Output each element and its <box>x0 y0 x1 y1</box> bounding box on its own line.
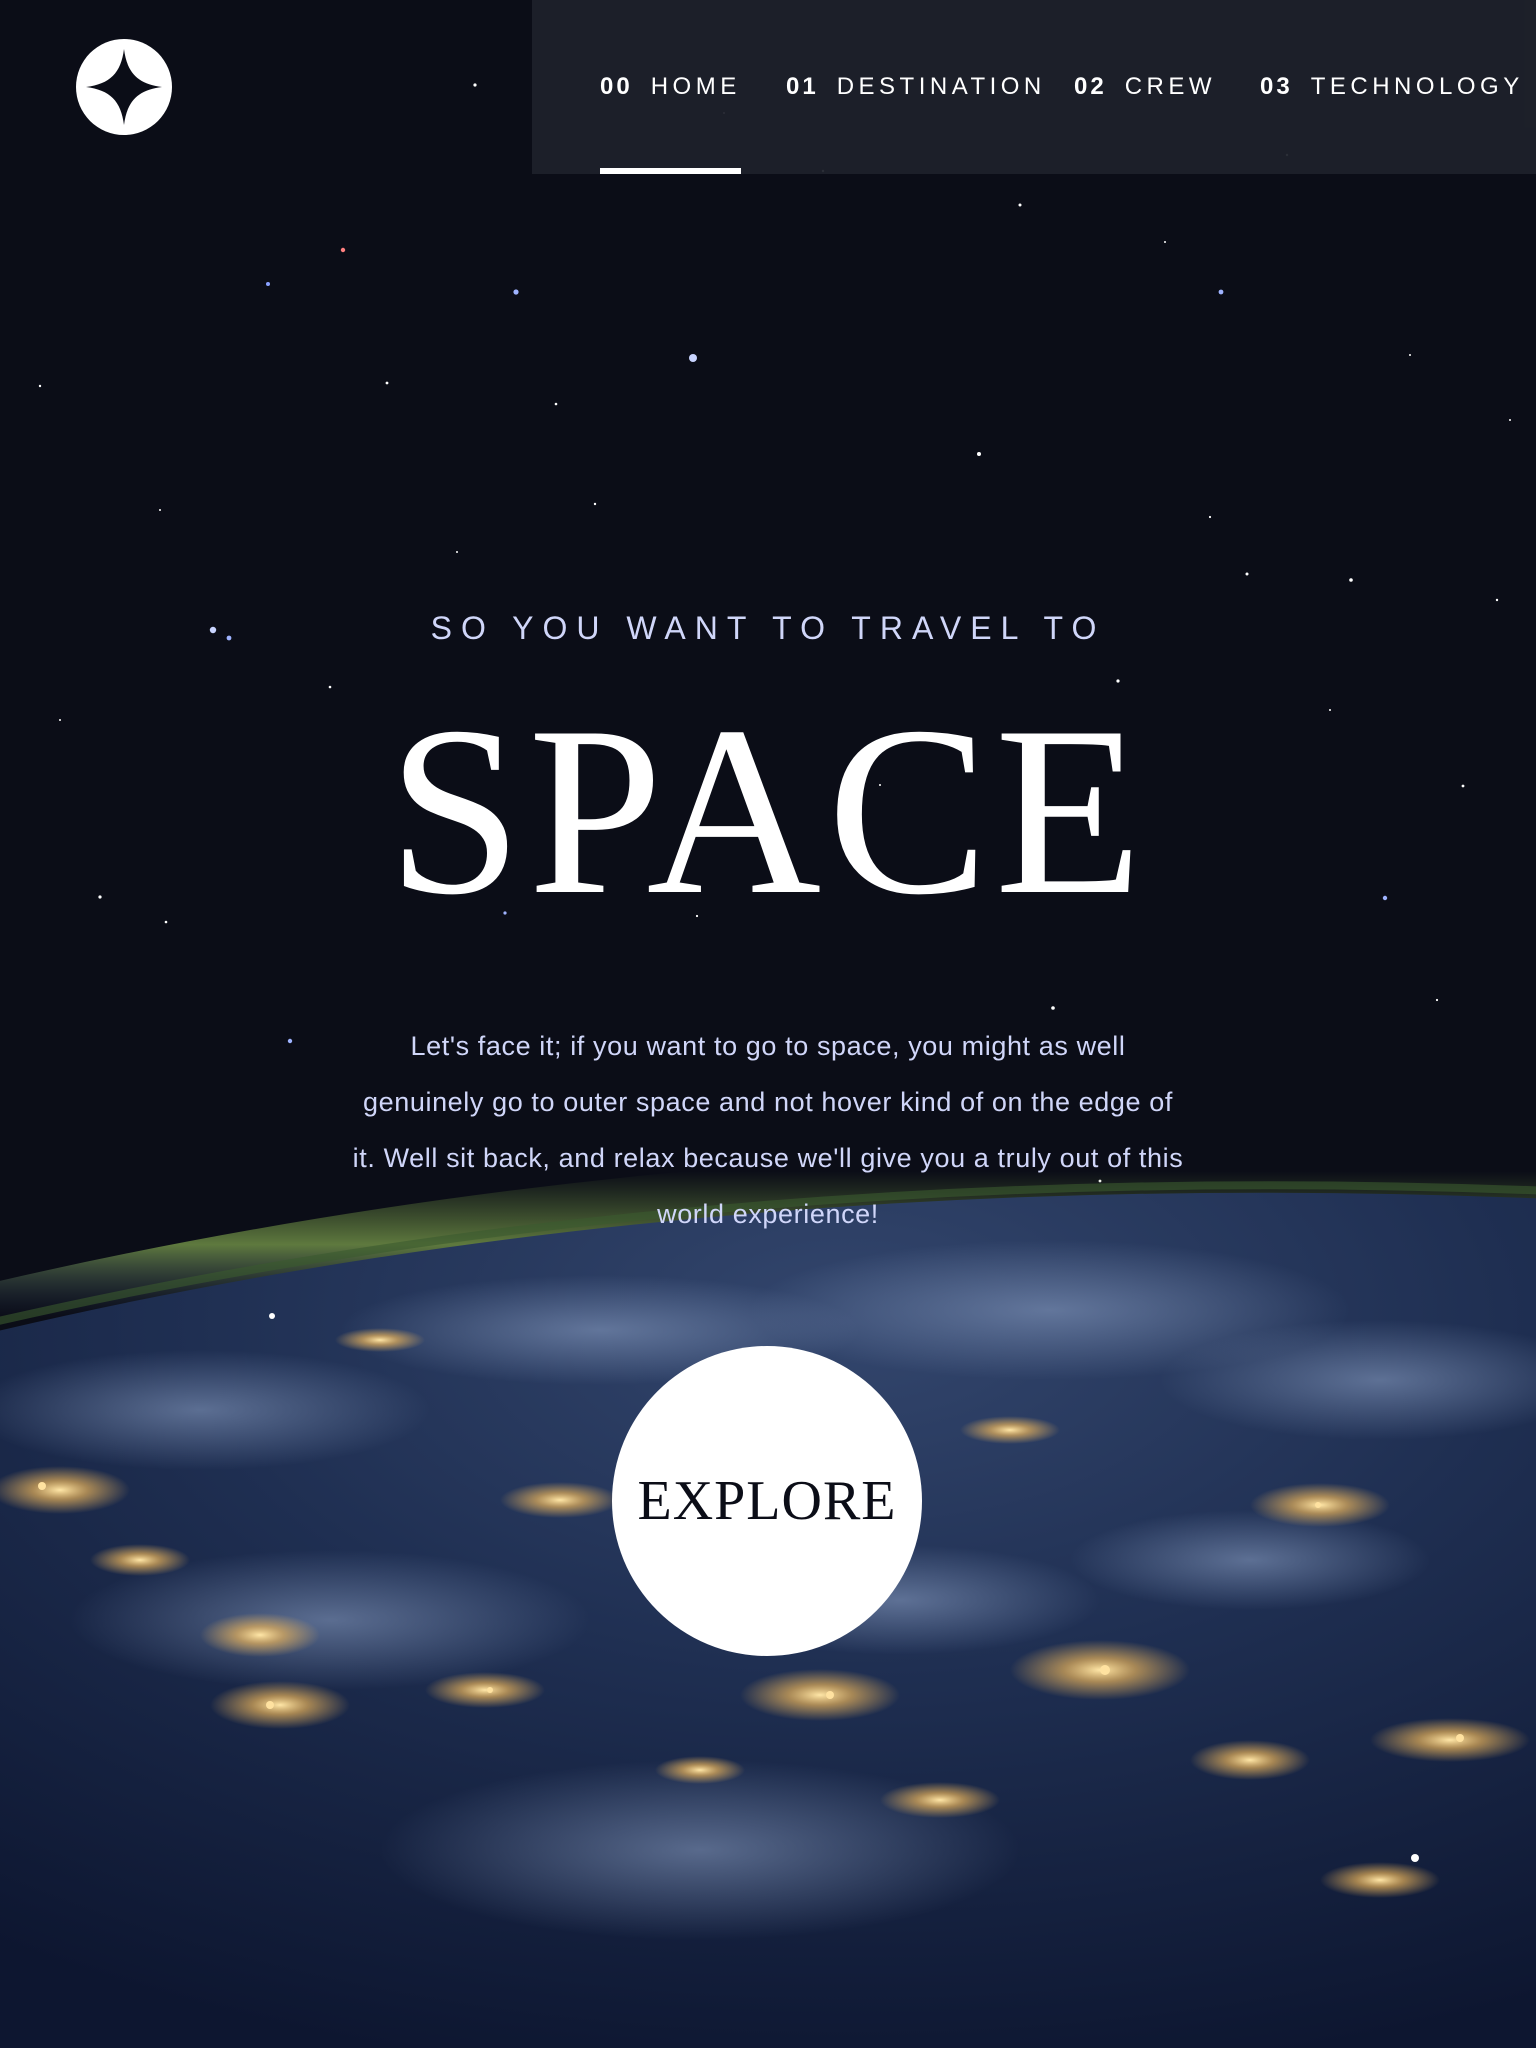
explore-button[interactable]: EXPLORE <box>612 1346 922 1656</box>
nav-item-crew[interactable]: 02 CREW <box>1074 0 1216 174</box>
home-page: 00 HOME 01 DESTINATION 02 CREW 03 TECHNO… <box>0 0 1536 2048</box>
primary-navigation: 00 HOME 01 DESTINATION 02 CREW 03 TECHNO… <box>532 0 1536 174</box>
nav-item-number: 01 <box>786 73 819 100</box>
four-point-star-icon <box>86 49 162 125</box>
nav-item-label: CREW <box>1124 73 1217 100</box>
logo-home-link[interactable] <box>76 39 172 135</box>
nav-item-destination[interactable]: 01 DESTINATION <box>786 0 1046 174</box>
hero-section: SO YOU WANT TO TRAVEL TO SPACE Let's fac… <box>0 0 1536 2048</box>
nav-item-number: 00 <box>600 73 633 100</box>
nav-item-technology[interactable]: 03 TECHNOLOGY <box>1260 0 1524 174</box>
nav-item-label: HOME <box>650 73 741 100</box>
nav-item-home[interactable]: 00 HOME <box>600 0 741 174</box>
nav-item-label: DESTINATION <box>836 73 1046 100</box>
hero-eyebrow: SO YOU WANT TO TRAVEL TO <box>430 610 1106 646</box>
hero-title: SPACE <box>387 677 1149 945</box>
nav-item-number: 02 <box>1074 73 1107 100</box>
hero-description: Let's face it; if you want to go to spac… <box>352 1031 1184 1229</box>
nav-item-label: TECHNOLOGY <box>1310 73 1524 100</box>
nav-item-number: 03 <box>1260 73 1293 100</box>
